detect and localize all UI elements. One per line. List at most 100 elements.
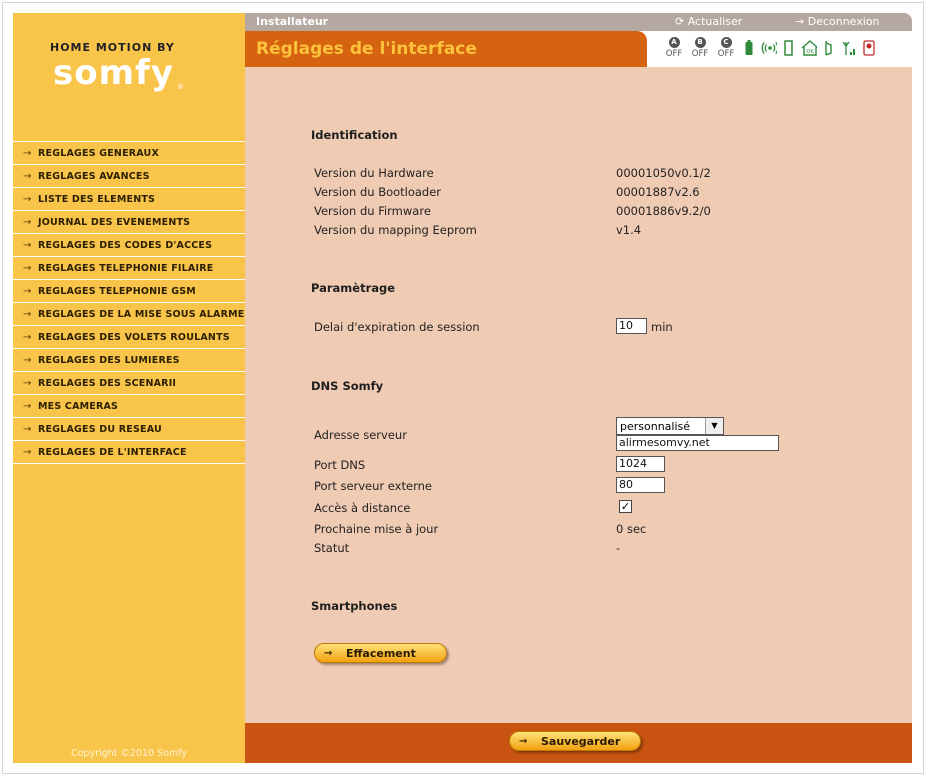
- eeprom-label: Version du mapping Eeprom: [314, 223, 477, 237]
- sidebar-item-label: REGLAGES DU RESEAU: [38, 423, 162, 435]
- session-timeout-input[interactable]: 10: [616, 318, 647, 334]
- arrow-right-icon: →: [23, 423, 32, 435]
- identification-title: Identification: [311, 128, 398, 142]
- sidebar-item-interface[interactable]: → REGLAGES DE L'INTERFACE: [13, 441, 245, 464]
- sidebar-item-codes-acces[interactable]: → REGLAGES DES CODES D'ACCES: [13, 234, 245, 257]
- arrow-right-icon: →: [23, 377, 32, 389]
- sidebar: HOME MOTION BY somfy ® → REGLAGES GENERAU…: [13, 13, 245, 763]
- zone-a-status: A OFF: [663, 37, 685, 59]
- sidebar-item-label: REGLAGES GENERAUX: [38, 147, 159, 159]
- title-bar: Réglages de l'interface A OFF B OFF C OFF O…: [245, 31, 912, 67]
- sidebar-item-mise-sous-alarme[interactable]: → REGLAGES DE LA MISE SOUS ALARME: [13, 303, 245, 326]
- dns-title: DNS Somfy: [311, 379, 384, 393]
- logout-link[interactable]: → Deconnexion: [795, 15, 880, 28]
- zone-b-icon: B: [694, 37, 706, 48]
- copyright: Copyright ©2010 Somfy: [70, 748, 188, 759]
- status-value: -: [616, 541, 621, 555]
- sidebar-item-mes-cameras[interactable]: → MES CAMERAS: [13, 395, 245, 418]
- radio-signal-icon: [761, 37, 777, 59]
- zone-b-status: B OFF: [689, 37, 711, 59]
- battery-icon: [741, 37, 757, 59]
- sidebar-item-liste-elements[interactable]: → LISTE DES ELEMENTS: [13, 188, 245, 211]
- footer-bar: → Sauvegarder: [245, 723, 912, 763]
- firmware-value: 00001886v9.2/0: [616, 204, 711, 218]
- sidebar-item-label: JOURNAL DES EVENEMENTS: [38, 216, 191, 228]
- server-address-label: Adresse serveur: [314, 428, 407, 442]
- arrow-right-icon: →: [23, 446, 32, 458]
- sidebar-item-label: REGLAGES DE LA MISE SOUS ALARME: [38, 308, 245, 320]
- sidebar-item-label: REGLAGES DES LUMIERES: [38, 354, 180, 366]
- clear-smartphones-button[interactable]: → Effacement: [314, 643, 447, 663]
- arrow-right-icon: →: [324, 647, 333, 659]
- sidebar-item-label: LISTE DES ELEMENTS: [38, 193, 156, 205]
- zone-c-icon: C: [720, 37, 732, 48]
- refresh-icon: ⟳: [675, 15, 688, 28]
- sidebar-item-scenarii[interactable]: → REGLAGES DES SCENARII: [13, 372, 245, 395]
- server-address-input[interactable]: alirmesomvy.net: [616, 435, 779, 451]
- server-mode-select[interactable]: personnalisé ▼: [616, 417, 724, 435]
- top-bar: Installateur ⟳ Actualiser → Deconnexion: [245, 13, 912, 31]
- arrow-right-icon: →: [519, 735, 528, 747]
- arrow-right-icon: →: [23, 331, 32, 343]
- window-sensor-icon: [821, 37, 837, 59]
- remote-access-checkbox[interactable]: ✓: [619, 500, 632, 513]
- main-content: Identification Version du Hardware 00001…: [245, 67, 912, 723]
- refresh-label: Actualiser: [687, 15, 743, 28]
- session-timeout-label: Delai d'expiration de session: [314, 320, 480, 334]
- arrow-right-icon: →: [23, 170, 32, 182]
- arrow-right-icon: →: [23, 147, 32, 159]
- status-icons: A OFF B OFF C OFF OK: [663, 37, 877, 59]
- sidebar-item-label: REGLAGES DES VOLETS ROULANTS: [38, 331, 230, 343]
- title-tab: Réglages de l'interface: [245, 31, 647, 67]
- zone-c-status: C OFF: [715, 37, 737, 59]
- sidebar-item-label: REGLAGES DE L'INTERFACE: [38, 446, 187, 458]
- save-button[interactable]: → Sauvegarder: [509, 731, 641, 751]
- sidebar-item-journal-evenements[interactable]: → JOURNAL DES EVENEMENTS: [13, 211, 245, 234]
- gsm-signal-icon: [841, 37, 857, 59]
- arrow-right-icon: →: [23, 285, 32, 297]
- bootloader-value: 00001887v2.6: [616, 185, 700, 199]
- sidebar-item-lumieres[interactable]: → REGLAGES DES LUMIERES: [13, 349, 245, 372]
- port-dns-label: Port DNS: [314, 458, 366, 472]
- arrow-right-icon: →: [23, 354, 32, 366]
- sidebar-item-volets-roulants[interactable]: → REGLAGES DES VOLETS ROULANTS: [13, 326, 245, 349]
- sidebar-item-label: REGLAGES AVANCES: [38, 170, 150, 182]
- logo-wordmark: somfy: [53, 53, 174, 93]
- logout-label: Deconnexion: [807, 15, 880, 28]
- port-dns-input[interactable]: 1024: [616, 456, 665, 472]
- refresh-link[interactable]: ⟳ Actualiser: [675, 15, 742, 28]
- smartphones-title: Smartphones: [311, 599, 398, 613]
- chevron-down-icon: ▼: [705, 418, 723, 434]
- server-mode-value: personnalisé: [620, 420, 691, 433]
- port-ext-input[interactable]: 80: [616, 477, 665, 493]
- firmware-label: Version du Firmware: [314, 204, 431, 218]
- arrow-right-icon: →: [23, 308, 32, 320]
- svg-text:OK: OK: [806, 49, 814, 55]
- clear-button-label: Effacement: [346, 646, 416, 660]
- home-ok-icon: OK: [801, 37, 817, 59]
- sidebar-item-label: MES CAMERAS: [38, 400, 119, 412]
- page-title: Réglages de l'interface: [256, 39, 477, 59]
- next-update-value: 0 sec: [616, 522, 647, 536]
- arrow-right-icon: →: [23, 262, 32, 274]
- zone-c-state: OFF: [717, 49, 735, 59]
- status-label: Statut: [314, 541, 350, 555]
- next-update-label: Prochaine mise à jour: [314, 522, 439, 536]
- hardware-label: Version du Hardware: [314, 166, 434, 180]
- sidebar-item-reglages-avances[interactable]: → REGLAGES AVANCES: [13, 165, 245, 188]
- arrow-right-icon: →: [23, 193, 32, 205]
- arrow-right-icon: →: [23, 239, 32, 251]
- hardware-value: 00001050v0.1/2: [616, 166, 711, 180]
- parametrage-title: Paramètrage: [311, 281, 396, 295]
- zone-a-icon: A: [668, 37, 680, 48]
- eeprom-value: v1.4: [616, 223, 642, 237]
- save-button-label: Sauvegarder: [541, 734, 621, 748]
- section-name: Installateur: [256, 15, 329, 28]
- arrow-right-icon: →: [23, 216, 32, 228]
- sidebar-item-label: REGLAGES DES SCENARII: [38, 377, 177, 389]
- sidebar-item-telephonie-gsm[interactable]: → REGLAGES TELEPHONIE GSM: [13, 280, 245, 303]
- sidebar-item-reseau[interactable]: → REGLAGES DU RESEAU: [13, 418, 245, 441]
- sidebar-menu: → REGLAGES GENERAUX → REGLAGES AVANCES → LI…: [13, 141, 245, 464]
- sidebar-item-telephonie-filaire[interactable]: → REGLAGES TELEPHONIE FILAIRE: [13, 257, 245, 280]
- sidebar-item-reglages-generaux[interactable]: → REGLAGES GENERAUX: [13, 142, 245, 165]
